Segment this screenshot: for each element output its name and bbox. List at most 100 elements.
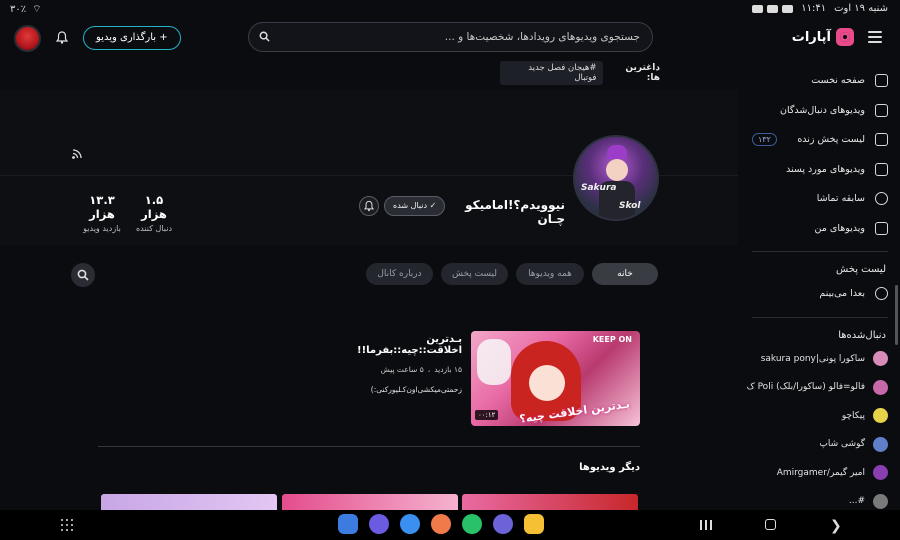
followed-channel-name: گوشی شاپ <box>819 439 865 450</box>
system-nav-bar: ❯ <box>0 510 900 540</box>
rss-icon[interactable] <box>72 149 82 159</box>
channel-avatar-small <box>873 379 888 395</box>
status-date: شنبه ۱۹ اوت <box>834 3 888 14</box>
following-heading: دنبال‌شده‌ها <box>838 329 886 341</box>
home-button-icon[interactable] <box>765 519 776 530</box>
followed-channel-name: فالو=فالو (ساکورا/بلک) Poli ک <box>746 382 865 393</box>
sidebar-item-label: صفحه نخست <box>811 75 865 87</box>
followed-channel[interactable]: فالو=فالو (ساکورا/بلک) Poli ک <box>738 373 900 402</box>
like-icon <box>875 162 888 176</box>
avatar[interactable] <box>14 25 41 52</box>
sidebar-item-liked[interactable]: ویدیوهای مورد پسند <box>738 155 900 185</box>
content-divider <box>98 446 640 447</box>
channel-avatar[interactable]: Sakura Skol <box>573 135 659 221</box>
recent-apps-icon[interactable] <box>700 520 712 530</box>
video-duration: ۰۰:۱۲ <box>475 410 499 420</box>
search-icon[interactable] <box>259 31 270 42</box>
sidebar-divider <box>752 316 888 318</box>
logo-text: آپارات <box>791 29 831 45</box>
history-icon <box>875 192 888 206</box>
channel-avatar-small <box>873 408 888 424</box>
hashtag-chip[interactable]: #هیجان فصل جدید فوتبال <box>500 61 603 85</box>
status-clock: ۱۱:۴۱ <box>801 3 827 14</box>
followers-value: ۱.۵ هزار <box>141 193 167 221</box>
followed-channel[interactable]: امیر گیمر/Amirgamer <box>738 459 900 488</box>
battery-level: ۳۰٪ <box>10 4 27 15</box>
tab-all-videos[interactable]: همه ویدیوها <box>516 263 584 285</box>
status-bar: شنبه ۱۹ اوت ۱۱:۴۱ ۳۰٪ ⌔ <box>0 0 900 18</box>
views-value: ۱۳.۳ هزار <box>89 193 115 221</box>
avatar-text-2: Skol <box>619 201 641 211</box>
followed-channel-name: ساکورا پونی|sakura pony <box>760 353 865 364</box>
tab-home[interactable]: خانه <box>592 263 658 285</box>
channel-avatar-small <box>873 436 888 452</box>
featured-video-description: زحمتی‌میکشی‌اون‌کـلیو‌رکنی:) <box>370 385 462 394</box>
sidebar-item-label: ویدیوهای دنبال‌شدگان <box>779 104 865 116</box>
back-icon[interactable]: ❯ <box>830 518 842 534</box>
avatar-text-1: Sakura <box>581 183 617 193</box>
home-icon <box>875 74 888 88</box>
sidebar-item-live[interactable]: لیست پخش زنده ۱۳۲ <box>738 125 900 155</box>
featured-video-title[interactable]: بـدترین اخلاقت::چیه::بفرما!! <box>330 334 462 356</box>
follow-button[interactable]: ✓ دنبال شده <box>384 196 446 216</box>
followed-channel-name: #... <box>848 496 865 507</box>
sidebar-item-my-videos[interactable]: ویدیوهای من <box>738 214 900 244</box>
messages-app-icon[interactable] <box>400 514 420 534</box>
playlist-heading: لیست پخش <box>836 264 886 275</box>
subscriptions-icon <box>875 103 888 117</box>
followers-stat: ۱.۵ هزار دنبال کننده <box>134 193 174 233</box>
thumb-corner-text: KEEP ON <box>592 335 632 344</box>
apps-grid-icon[interactable] <box>61 519 73 531</box>
sidebar-item-label: بعدا می‌بینم <box>819 288 865 300</box>
clock-icon <box>875 287 888 301</box>
top-header: آپارات جستجوی ویدیوهای رویدادها، شخصیت‌ه… <box>0 18 900 60</box>
contacts-app-icon[interactable] <box>431 514 451 534</box>
trending-label: داغترین ها: <box>625 63 660 83</box>
bell-icon <box>364 200 374 212</box>
featured-video-meta: ۱۵ بازدید،۵ ساعت پیش <box>380 365 462 374</box>
sidebar-item-subscriptions[interactable]: ویدیوهای دنبال‌شدگان <box>738 96 900 126</box>
search-input[interactable]: جستجوی ویدیوهای رویدادها، شخصیت‌ها و ... <box>248 22 653 52</box>
sidebar-item-history[interactable]: سابقه تماشا <box>738 184 900 214</box>
views-stat: ۱۳.۳ هزار بازدید ویدیو <box>78 193 126 233</box>
sidebar-item-label: ویدیوهای مورد پسند <box>786 163 865 175</box>
upload-video-button[interactable]: + بارگذاری ویدیو <box>83 26 181 50</box>
tab-playlists[interactable]: لیست پخش <box>441 263 508 285</box>
my-videos-icon <box>875 221 888 235</box>
channel-avatar-small <box>873 465 888 481</box>
live-icon <box>875 133 888 147</box>
bell-icon[interactable] <box>56 31 68 44</box>
followed-channel[interactable]: ساکورا پونی|sakura pony <box>738 345 900 374</box>
calendar-app-icon[interactable] <box>338 514 358 534</box>
tab-about[interactable]: درباره کانال <box>366 263 433 285</box>
app-dock <box>338 514 544 534</box>
section-title: دیگر ویدیوها <box>579 462 640 473</box>
browser-app-icon[interactable] <box>493 514 513 534</box>
aparat-logo-icon <box>836 28 854 46</box>
featured-video-thumbnail[interactable]: KEEP ON بـدترین اخلاقت چیه؟ ۰۰:۱۲ <box>471 331 640 426</box>
channel-avatar-small <box>873 493 888 509</box>
sidebar-item-watch-later[interactable]: بعدا می‌بینم <box>738 279 900 309</box>
clock-app-icon[interactable] <box>369 514 389 534</box>
sidebar: صفحه نخست ویدیوهای دنبال‌شدگان لیست پخش … <box>738 60 900 510</box>
sidebar-divider <box>752 251 888 252</box>
channel-search-button[interactable] <box>71 263 95 287</box>
view-count: ۱۵ بازدید <box>434 365 462 374</box>
menu-icon[interactable] <box>868 31 882 43</box>
phone-app-icon[interactable] <box>462 514 482 534</box>
followed-channel[interactable]: پیکاچو <box>738 402 900 431</box>
search-placeholder: جستجوی ویدیوهای رویدادها، شخصیت‌ها و ... <box>444 31 640 43</box>
followed-channel[interactable]: گوشی شاپ <box>738 430 900 459</box>
sidebar-item-label: سابقه تماشا <box>816 193 865 205</box>
live-count-badge: ۱۳۲ <box>752 133 777 146</box>
notify-button[interactable] <box>359 196 379 216</box>
sidebar-item-label: ویدیوهای من <box>814 222 865 234</box>
channel-avatar-small <box>873 351 888 367</box>
files-app-icon[interactable] <box>524 514 544 534</box>
trending-hashtags: داغترین ها: #هیجان فصل جدید فوتبال <box>500 61 660 85</box>
sidebar-scrollbar[interactable] <box>895 285 898 345</box>
sidebar-item-home[interactable]: صفحه نخست <box>738 66 900 96</box>
followed-channel-name: پیکاچو <box>841 410 865 421</box>
followed-channel-name: امیر گیمر/Amirgamer <box>776 467 865 478</box>
logo[interactable]: آپارات <box>792 28 854 46</box>
